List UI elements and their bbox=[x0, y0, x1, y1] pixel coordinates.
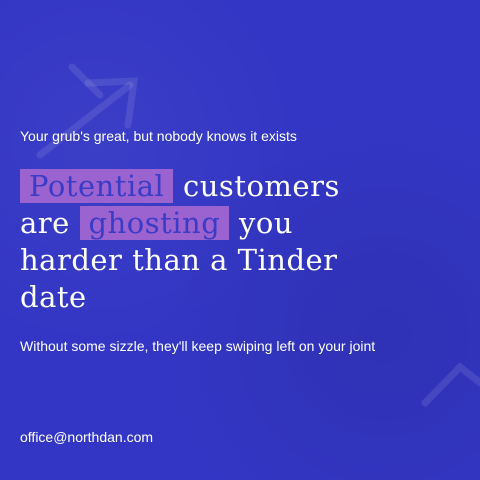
email-link[interactable]: office@northdan.com bbox=[20, 428, 153, 446]
headline-word-customers: customers bbox=[183, 169, 340, 203]
arrow-up-right-icon bbox=[36, 63, 139, 159]
chevron-up-icon bbox=[421, 362, 480, 407]
headline: Potential customers are ghosting you har… bbox=[20, 168, 460, 316]
headline-highlight-potential: Potential bbox=[20, 169, 174, 203]
headline-line-1: Potential customers bbox=[20, 168, 460, 205]
headline-line-4: date bbox=[20, 280, 87, 314]
headline-line-2: are ghosting you bbox=[20, 205, 460, 242]
headline-line-3: harder than a Tinder bbox=[20, 243, 338, 277]
headline-highlight-ghosting: ghosting bbox=[79, 206, 230, 240]
headline-word-you: you bbox=[239, 206, 294, 240]
headline-word-are: are bbox=[20, 206, 70, 240]
kicker-text: Your grub's great, but nobody knows it e… bbox=[20, 128, 297, 144]
subtext: Without some sizzle, they'll keep swipin… bbox=[20, 338, 376, 354]
